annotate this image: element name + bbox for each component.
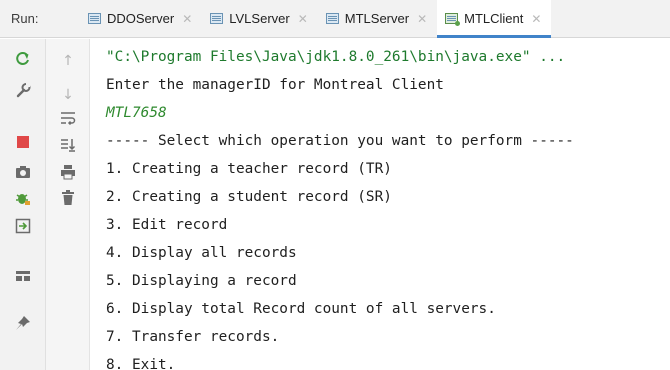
scroll-to-end-icon[interactable] [59, 136, 77, 154]
tab-mtlclient[interactable]: MTLClient ✕ [437, 0, 552, 38]
tab-label: MTLClient [464, 11, 524, 26]
console-line: 6. Display total Record count of all ser… [106, 301, 496, 317]
rerun-icon[interactable] [14, 50, 32, 68]
console-line: 8. Exit. [106, 357, 176, 370]
close-icon[interactable]: ✕ [298, 12, 308, 26]
console-tab-icon [88, 13, 101, 24]
debug-icon[interactable] [14, 189, 32, 207]
tab-ddoserver[interactable]: DDOServer ✕ [80, 0, 202, 37]
print-icon[interactable] [59, 163, 77, 181]
scroll-down-icon[interactable]: ↓ [59, 86, 77, 104]
exit-icon[interactable] [14, 217, 32, 235]
console-tab-icon [445, 13, 461, 26]
console-line: 5. Displaying a record [106, 273, 297, 289]
console-line: 3. Edit record [106, 217, 228, 233]
soft-wrap-icon[interactable] [59, 109, 77, 127]
console-output[interactable]: "C:\Program Files\Java\jdk1.8.0_261\bin\… [92, 39, 670, 370]
tab-label: LVLServer [229, 11, 290, 26]
tab-mtlserver[interactable]: MTLServer ✕ [318, 0, 437, 37]
scroll-up-icon[interactable]: ↑ [59, 52, 77, 70]
console-line: 7. Transfer records. [106, 329, 280, 345]
console-line: 4. Display all records [106, 245, 297, 261]
run-label: Run: [11, 11, 39, 26]
console-tab-icon [210, 13, 224, 24]
run-toolbar [0, 39, 46, 370]
tab-lvlserver[interactable]: LVLServer ✕ [202, 0, 318, 37]
close-icon[interactable]: ✕ [531, 12, 541, 26]
console-tab-icon [325, 13, 339, 24]
layout-icon[interactable] [14, 267, 32, 285]
wrench-icon[interactable] [14, 81, 32, 99]
console-command-line: "C:\Program Files\Java\jdk1.8.0_261\bin\… [106, 49, 566, 65]
pin-icon[interactable] [14, 314, 32, 332]
stop-icon[interactable] [14, 133, 32, 151]
close-icon[interactable]: ✕ [182, 12, 192, 26]
console-line: 1. Creating a teacher record (TR) [106, 161, 392, 177]
console-line: Enter the managerID for Montreal Client [106, 77, 444, 93]
console-line: ----- Select which operation you want to… [106, 133, 574, 149]
tab-label: MTLServer [344, 11, 410, 26]
console-line: 2. Creating a student record (SR) [106, 189, 392, 205]
console-user-input: MTL7658 [106, 105, 167, 121]
run-tab-bar: Run: DDOServer ✕ LVLServer ✕ MTLServer ✕… [0, 0, 670, 38]
camera-icon[interactable] [14, 163, 32, 181]
trash-icon[interactable] [59, 189, 77, 207]
tab-label: DDOServer [107, 11, 175, 26]
close-icon[interactable]: ✕ [417, 12, 427, 26]
console-toolbar: ↑ ↓ [46, 39, 90, 370]
